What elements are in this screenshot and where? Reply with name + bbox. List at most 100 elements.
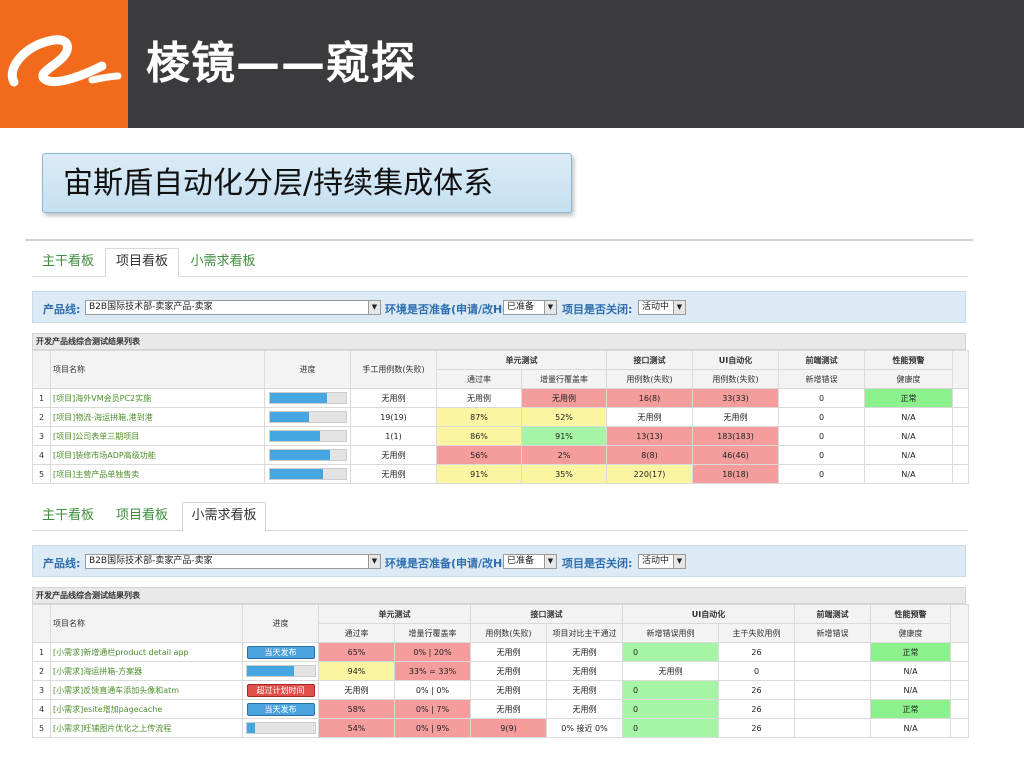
product-line-label: 产品线: — [43, 303, 81, 316]
project-link[interactable]: [项目]公司表单三期项目 — [50, 426, 265, 446]
ui-new-cell[interactable]: 无用例 — [622, 661, 719, 681]
status-badge[interactable]: 超过计划时间 — [246, 683, 315, 697]
tab-project[interactable]: 项目看板 — [105, 248, 179, 278]
unit-cov-cell: 0% | 20% — [394, 642, 471, 662]
api-cell[interactable]: 无用例 — [470, 699, 547, 719]
subtitle-box: 宙斯盾自动化分层/持续集成体系 — [42, 153, 572, 213]
ui-new-cell[interactable]: 0 — [622, 642, 719, 662]
fe-cell: 0 — [778, 445, 865, 465]
env-select[interactable]: 已准备 ▼ — [503, 554, 557, 569]
manual-cell: 无用例 — [350, 445, 437, 465]
unit-cov-cell: 91% — [521, 426, 607, 446]
api-cell[interactable]: 无用例 — [606, 407, 693, 427]
fe-cell: 0 — [778, 426, 865, 446]
product-line-select[interactable]: B2B国际技术部-卖家产品-卖家 ▼ — [85, 554, 381, 569]
requirement-link[interactable]: [小需求]esite增加pagecache — [50, 699, 243, 719]
product-line-value: B2B国际技术部-卖家产品-卖家 — [89, 302, 213, 312]
ui-cell[interactable]: 33(33) — [692, 388, 779, 408]
fe-cell — [794, 642, 872, 662]
tab-small-req[interactable]: 小需求看板 — [182, 502, 266, 532]
project-link[interactable]: [项目]物流-海运拼箱,港到港 — [50, 407, 265, 427]
perf-cell: N/A — [870, 680, 952, 700]
project-link[interactable]: [项目]海外VM会员PC2实施 — [50, 388, 265, 408]
ui-trunk-cell[interactable]: 0 — [717, 661, 796, 681]
row-index: 1 — [32, 642, 51, 662]
col-perf: 性能预警 — [864, 350, 953, 370]
requirement-link[interactable]: [小需求]海运拼箱-方案器 — [50, 661, 243, 681]
ui-cell[interactable]: 18(18) — [692, 464, 779, 484]
table-title: 开发产品线综合测试结果列表 — [32, 333, 966, 350]
api-cell[interactable]: 13(13) — [606, 426, 693, 446]
divider — [25, 239, 973, 241]
ui-new-cell[interactable]: 0 — [622, 680, 719, 700]
row-index: 4 — [32, 445, 51, 465]
ui-new-cell[interactable]: 0 — [622, 699, 719, 719]
col-idx — [32, 350, 51, 389]
col-unit-cov: 增量行覆盖率 — [394, 623, 471, 643]
project-link[interactable]: [项目]装修市场ADP高级功能 — [50, 445, 265, 465]
status-badge[interactable]: 当天发布 — [246, 645, 315, 659]
ui-trunk-cell[interactable]: 26 — [717, 680, 796, 700]
perf-cell: 正常 — [870, 699, 952, 719]
unit-cov-cell: 52% — [521, 407, 607, 427]
perf-cell: N/A — [870, 718, 952, 738]
project-link[interactable]: [项目]主营产品单独售卖 — [50, 464, 265, 484]
api-cell[interactable]: 9(9) — [470, 718, 547, 738]
blank-cell — [950, 718, 970, 738]
unit-cov-cell: 0% | 7% — [394, 699, 471, 719]
api-cell[interactable]: 8(8) — [606, 445, 693, 465]
row-index: 1 — [32, 388, 51, 408]
ui-cell[interactable]: 46(46) — [692, 445, 779, 465]
closed-select[interactable]: 活动中 ▼ — [638, 300, 686, 315]
blank-cell — [952, 407, 969, 427]
tab-small-req[interactable]: 小需求看板 — [182, 249, 264, 277]
ui-trunk-cell[interactable]: 26 — [717, 642, 796, 662]
unit-cov-cell: 0% | 0% — [394, 680, 471, 700]
progress-bar — [268, 392, 347, 404]
chevron-down-icon: ▼ — [673, 555, 685, 568]
progress-fill — [269, 431, 320, 441]
table-row: 2 [项目]物流-海运拼箱,港到港 19(19) 87% 52% 无用例 无用例… — [32, 407, 969, 427]
alibaba-logo-icon — [7, 35, 122, 87]
ui-new-cell[interactable]: 0 — [622, 718, 719, 738]
unit-cov-cell: 33% = 33% — [394, 661, 471, 681]
fe-cell: 0 — [778, 407, 865, 427]
progress-fill — [269, 412, 310, 422]
progress-fill — [269, 393, 327, 403]
env-value: 已准备 — [507, 556, 535, 566]
tab-trunk[interactable]: 主干看板 — [32, 249, 104, 277]
requirement-link[interactable]: [小需求]反馈直通车添加头像和atm — [50, 680, 243, 700]
env-select[interactable]: 已准备 ▼ — [503, 300, 557, 315]
api-cell[interactable]: 无用例 — [470, 680, 547, 700]
blank-cell — [950, 699, 970, 719]
ui-cell[interactable]: 无用例 — [692, 407, 779, 427]
unit-pass-cell: 87% — [436, 407, 522, 427]
blank-cell — [952, 426, 969, 446]
unit-cov-cell: 0% | 9% — [394, 718, 471, 738]
progress-bar — [245, 722, 316, 734]
api-cell[interactable]: 无用例 — [470, 642, 547, 662]
perf-cell: 正常 — [870, 642, 952, 662]
status-badge[interactable]: 当天发布 — [246, 702, 315, 716]
closed-select[interactable]: 活动中 ▼ — [638, 554, 686, 569]
ui-trunk-cell[interactable]: 26 — [717, 699, 796, 719]
unit-cov-cell: 无用例 — [521, 388, 607, 408]
tab-trunk[interactable]: 主干看板 — [32, 503, 104, 531]
requirement-link[interactable]: [小需求]旺铺图片优化之上传流程 — [50, 718, 243, 738]
logo — [0, 0, 128, 128]
ui-cell[interactable]: 183(183) — [692, 426, 779, 446]
col-api: 接口测试 — [606, 350, 693, 370]
requirement-link[interactable]: [小需求]新增通栏product detail app — [50, 642, 243, 662]
ui-trunk-cell[interactable]: 26 — [717, 718, 796, 738]
progress-cell: 超过计划时间 — [242, 680, 319, 700]
progress-cell: 当天发布 — [242, 642, 319, 662]
progress-cell — [264, 426, 351, 446]
api-cell[interactable]: 无用例 — [470, 661, 547, 681]
progress-fill — [246, 723, 255, 733]
progress-bar — [268, 411, 347, 423]
product-line-select[interactable]: B2B国际技术部-卖家产品-卖家 ▼ — [85, 300, 381, 315]
api-cell[interactable]: 16(8) — [606, 388, 693, 408]
api-cell[interactable]: 220(17) — [606, 464, 693, 484]
tab-project[interactable]: 项目看板 — [105, 503, 179, 531]
small-req-board-panel: 主干看板 项目看板 小需求看板 — [32, 501, 968, 532]
